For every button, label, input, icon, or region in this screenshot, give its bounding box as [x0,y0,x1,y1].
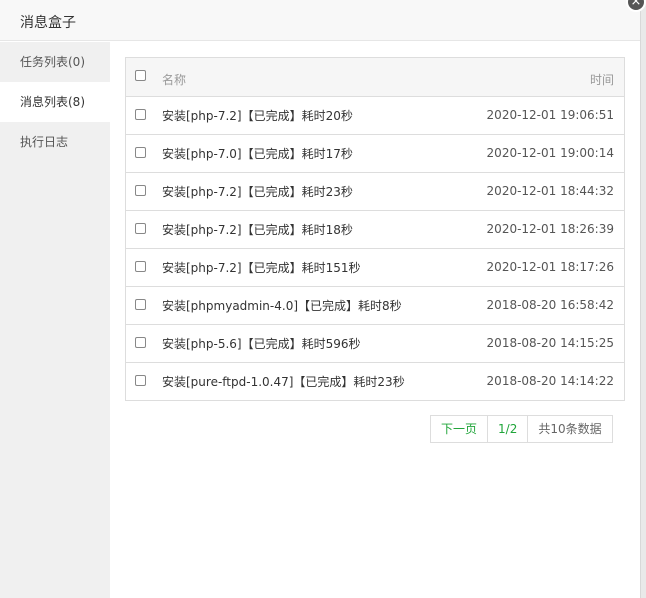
next-page-button[interactable]: 下一页 [431,416,487,442]
row-checkbox[interactable] [135,223,146,234]
message-table: 名称 时间 安装[php-7.2]【已完成】耗时20秒 2020-12-01 1… [125,57,625,401]
table-header: 名称 时间 [126,58,624,96]
table-row: 安装[php-5.6]【已完成】耗时596秒 2018-08-20 14:15:… [126,324,624,362]
sidebar-item-tasks[interactable]: 任务列表(0) [0,42,110,82]
message-box-dialog: 消息盒子 任务列表(0) 消息列表(8) 执行日志 名称 时间 安装[php-7… [0,0,641,598]
row-time: 2020-12-01 19:06:51 [486,108,614,122]
row-name: 安装[php-7.2]【已完成】耗时151秒 [162,261,361,275]
row-name: 安装[pure-ftpd-1.0.47]【已完成】耗时23秒 [162,375,405,389]
total-count-label: 共10条数据 [527,416,611,442]
pagination: 下一页 1/2 共10条数据 [430,415,613,443]
row-name: 安装[php-7.2]【已完成】耗时23秒 [162,185,353,199]
row-time: 2018-08-20 14:15:25 [486,336,614,350]
row-time: 2020-12-01 18:17:26 [486,260,614,274]
row-name: 安装[php-5.6]【已完成】耗时596秒 [162,337,361,351]
table-row: 安装[phpmyadmin-4.0]【已完成】耗时8秒 2018-08-20 1… [126,286,624,324]
row-checkbox[interactable] [135,261,146,272]
message-list-panel: 名称 时间 安装[php-7.2]【已完成】耗时20秒 2020-12-01 1… [110,42,640,598]
column-header-time: 时间 [589,73,614,87]
dialog-title: 消息盒子 [20,15,76,31]
row-checkbox[interactable] [135,185,146,196]
dialog-header: 消息盒子 [0,0,640,41]
row-time: 2018-08-20 14:14:22 [486,374,614,388]
row-name: 安装[php-7.2]【已完成】耗时20秒 [162,109,353,123]
row-checkbox[interactable] [135,109,146,120]
row-time: 2018-08-20 16:58:42 [486,298,614,312]
sidebar: 任务列表(0) 消息列表(8) 执行日志 [0,42,110,598]
select-all-checkbox[interactable] [135,70,146,81]
row-time: 2020-12-01 18:44:32 [486,184,614,198]
table-row: 安装[php-7.2]【已完成】耗时151秒 2020-12-01 18:17:… [126,248,624,286]
sidebar-item-messages[interactable]: 消息列表(8) [0,82,110,122]
row-time: 2020-12-01 19:00:14 [486,146,614,160]
current-page-indicator: 1/2 [487,416,527,442]
table-row: 安装[php-7.2]【已完成】耗时20秒 2020-12-01 19:06:5… [126,96,624,134]
table-row: 安装[php-7.2]【已完成】耗时23秒 2020-12-01 18:44:3… [126,172,624,210]
row-name: 安装[php-7.0]【已完成】耗时17秒 [162,147,353,161]
row-checkbox[interactable] [135,375,146,386]
row-checkbox[interactable] [135,147,146,158]
table-row: 安装[php-7.2]【已完成】耗时18秒 2020-12-01 18:26:3… [126,210,624,248]
row-time: 2020-12-01 18:26:39 [486,222,614,236]
column-header-name: 名称 [162,73,187,87]
row-checkbox[interactable] [135,299,146,310]
sidebar-item-exec-log[interactable]: 执行日志 [0,122,110,162]
table-row: 安装[pure-ftpd-1.0.47]【已完成】耗时23秒 2018-08-2… [126,362,624,400]
row-checkbox[interactable] [135,337,146,348]
table-row: 安装[php-7.0]【已完成】耗时17秒 2020-12-01 19:00:1… [126,134,624,172]
row-name: 安装[phpmyadmin-4.0]【已完成】耗时8秒 [162,299,402,313]
row-name: 安装[php-7.2]【已完成】耗时18秒 [162,223,353,237]
